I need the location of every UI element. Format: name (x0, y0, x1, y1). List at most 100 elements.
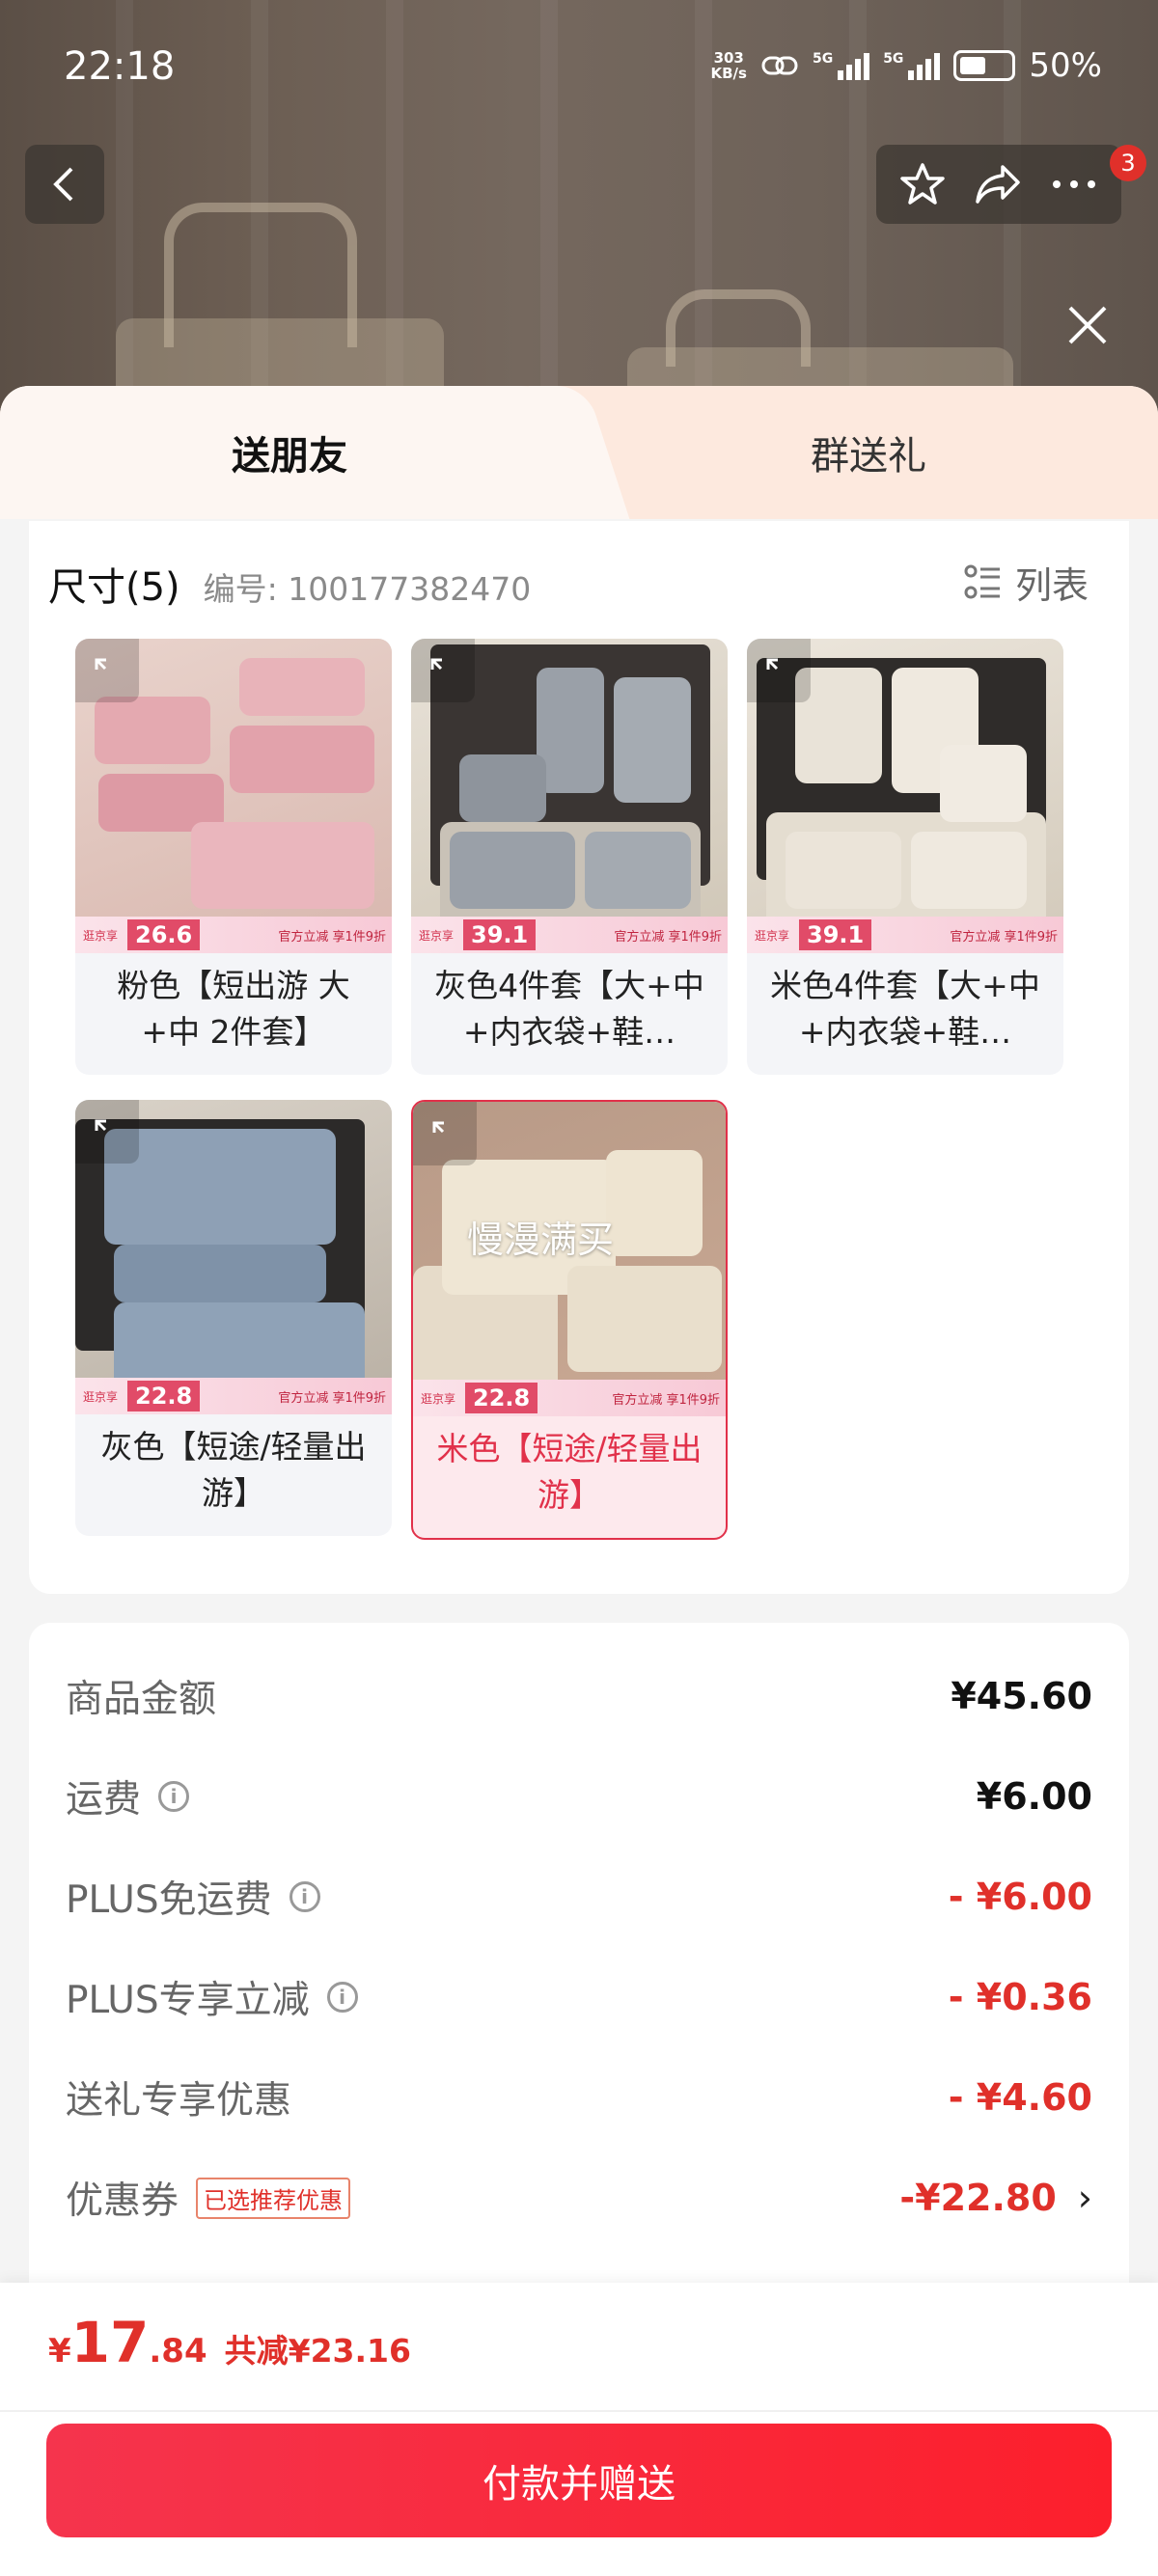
network-speed: 303 KB/s (710, 50, 746, 81)
top-action-group (876, 145, 1121, 224)
chevron-right-icon: › (1077, 2177, 1092, 2219)
fee-value: - ¥4.60 (948, 2076, 1092, 2119)
promo-label: 官方立减 享1件9折 (612, 1392, 720, 1408)
total-integer: 17 (70, 2310, 150, 2375)
back-button[interactable] (25, 145, 104, 224)
fee-value: ¥45.60 (951, 1675, 1092, 1717)
promo-strip: 逛京享 22.8 官方立减 享1件9折 (413, 1380, 726, 1416)
spec-option[interactable]: 逛京享 26.6 官方立减 享1件9折 粉色【短出游 大+中 2件套】 (75, 639, 392, 1075)
tab-group-gift[interactable]: 群送礼 (579, 386, 1158, 519)
product-code: 编号: 100177382470 (203, 570, 532, 608)
fee-label: 送礼专享优惠 (66, 2079, 292, 2123)
signal-label: 5G (883, 51, 904, 67)
promo-strip: 逛京享 26.6 官方立减 享1件9折 (75, 917, 392, 953)
promo-brand: 逛京享 (83, 928, 119, 943)
promo-brand: 逛京享 (419, 928, 455, 943)
option-name: 米色4件套【大+中+内衣袋+鞋… (770, 967, 1040, 1051)
option-name: 灰色4件套【大+中+内衣袋+鞋… (434, 967, 704, 1051)
expand-icon[interactable] (75, 1100, 139, 1164)
spec-header: 尺寸(5) 编号: 100177382470 (48, 556, 531, 612)
chevron-left-icon (53, 167, 73, 202)
fee-row-shipping: 运费 i ¥6.00 (66, 1768, 1092, 1825)
info-icon[interactable]: i (289, 1881, 320, 1912)
product-image: 逛京享 26.6 官方立减 享1件9折 (75, 639, 392, 953)
product-image: 逛京享 39.1 官方立减 享1件9折 (747, 639, 1063, 953)
more-icon[interactable] (1050, 178, 1098, 191)
fee-value: -¥22.80 (899, 2177, 1057, 2219)
fee-label: PLUS免运费 (66, 1878, 272, 1922)
fee-row-goods: 商品金额 ¥45.60 (66, 1667, 1092, 1725)
status-bar: 22:18 303 KB/s 5G 5G 50% (0, 0, 1158, 135)
option-name: 灰色【短途/轻量出游】 (100, 1428, 367, 1512)
tab-bar: 群送礼 送朋友 (0, 386, 1158, 519)
signal-icon: 5G (812, 51, 870, 80)
fee-label: 运费 (66, 1778, 142, 1822)
expand-icon[interactable] (411, 639, 475, 702)
product-image: 逛京享 22.8 官方立减 享1件9折 (75, 1100, 392, 1414)
info-icon[interactable]: i (326, 1982, 358, 2013)
spec-option[interactable]: 逛京享 39.1 官方立减 享1件9折 米色4件套【大+中+内衣袋+鞋… (747, 639, 1063, 1075)
share-icon[interactable] (974, 161, 1022, 207)
tab-send-friend[interactable]: 送朋友 (0, 386, 579, 519)
fee-label: PLUS专享立减 (66, 1979, 310, 2022)
promo-price: 26.6 (127, 919, 201, 950)
option-name: 粉色【短出游 大+中 2件套】 (117, 967, 350, 1051)
list-icon (964, 564, 1000, 598)
list-view-label: 列表 (1014, 564, 1089, 607)
promo-brand: 逛京享 (83, 1389, 119, 1404)
network-speed-unit: KB/s (710, 65, 747, 82)
total-price: ¥ 17 .84 共减¥23.16 (48, 2310, 411, 2375)
pay-and-gift-button[interactable]: 付款并赠送 (46, 2424, 1112, 2537)
spec-option-selected[interactable]: 慢漫满买 逛京享 22.8 官方立减 享1件9折 米色【短途/轻量出游】 (411, 1100, 728, 1540)
tab-send-friend-label: 送朋友 (232, 434, 347, 479)
list-view-toggle[interactable]: 列表 (963, 556, 1089, 609)
promo-strip: 逛京享 39.1 官方立减 享1件9折 (747, 917, 1063, 953)
spec-option[interactable]: 逛京享 39.1 官方立减 享1件9折 灰色4件套【大+中+内衣袋+鞋… (411, 639, 728, 1075)
battery-icon (953, 50, 1016, 81)
divider (0, 2410, 1158, 2412)
close-icon (1068, 306, 1107, 344)
checkout-bar: ¥ 17 .84 共减¥23.16 付款并赠送 (0, 2283, 1158, 2576)
close-button[interactable] (1063, 301, 1112, 349)
expand-icon[interactable] (75, 639, 139, 702)
fee-row-plus-discount: PLUS专享立减 i - ¥0.36 (66, 1968, 1092, 2026)
promo-label: 官方立减 享1件9折 (278, 1390, 386, 1406)
product-image: 慢漫满买 逛京享 22.8 官方立减 享1件9折 (413, 1102, 726, 1416)
fee-row-plus-free-shipping: PLUS免运费 i - ¥6.00 (66, 1868, 1092, 1926)
status-time: 22:18 (64, 44, 176, 89)
promo-price: 39.1 (799, 919, 872, 950)
promo-label: 官方立减 享1件9折 (614, 929, 722, 945)
fee-row-coupon[interactable]: 优惠券 已选推荐优惠 -¥22.80 › (66, 2169, 1092, 2227)
spec-option[interactable]: 逛京享 22.8 官方立减 享1件9折 灰色【短途/轻量出游】 (75, 1100, 392, 1536)
star-icon[interactable] (899, 161, 946, 207)
link-icon (761, 56, 798, 75)
promo-price: 39.1 (463, 919, 537, 950)
promo-brand: 逛京享 (421, 1391, 456, 1406)
promo-price: 22.8 (127, 1381, 201, 1411)
notification-badge: 3 (1110, 145, 1146, 181)
fee-label: 商品金额 (66, 1678, 217, 1721)
product-image: 逛京享 39.1 官方立减 享1件9折 (411, 639, 728, 953)
currency-symbol: ¥ (48, 2332, 71, 2370)
promo-label: 官方立减 享1件9折 (278, 929, 386, 945)
option-name: 米色【短途/轻量出游】 (436, 1430, 703, 1514)
fee-row-gift-discount: 送礼专享优惠 - ¥4.60 (66, 2069, 1092, 2126)
promo-strip: 逛京享 22.8 官方立减 享1件9折 (75, 1378, 392, 1414)
expand-icon[interactable] (747, 639, 811, 702)
info-icon[interactable]: i (158, 1781, 190, 1812)
fee-value: - ¥6.00 (948, 1876, 1092, 1918)
network-speed-value: 303 (713, 49, 744, 67)
coupon-tag: 已选推荐优惠 (196, 2177, 351, 2219)
fee-value: - ¥0.36 (948, 1976, 1092, 2018)
expand-icon[interactable] (413, 1102, 477, 1165)
signal-label: 5G (812, 51, 834, 67)
promo-price: 22.8 (465, 1383, 538, 1413)
total-decimal: .84 (149, 2332, 207, 2370)
signal-icon: 5G (883, 51, 941, 80)
fee-value: ¥6.00 (976, 1775, 1092, 1818)
promo-label: 官方立减 享1件9折 (950, 929, 1058, 945)
promo-strip: 逛京享 39.1 官方立减 享1件9折 (411, 917, 728, 953)
total-saved: 共减¥23.16 (224, 2332, 411, 2370)
promo-brand: 逛京享 (755, 928, 790, 943)
spec-title: 尺寸(5) (48, 565, 180, 610)
